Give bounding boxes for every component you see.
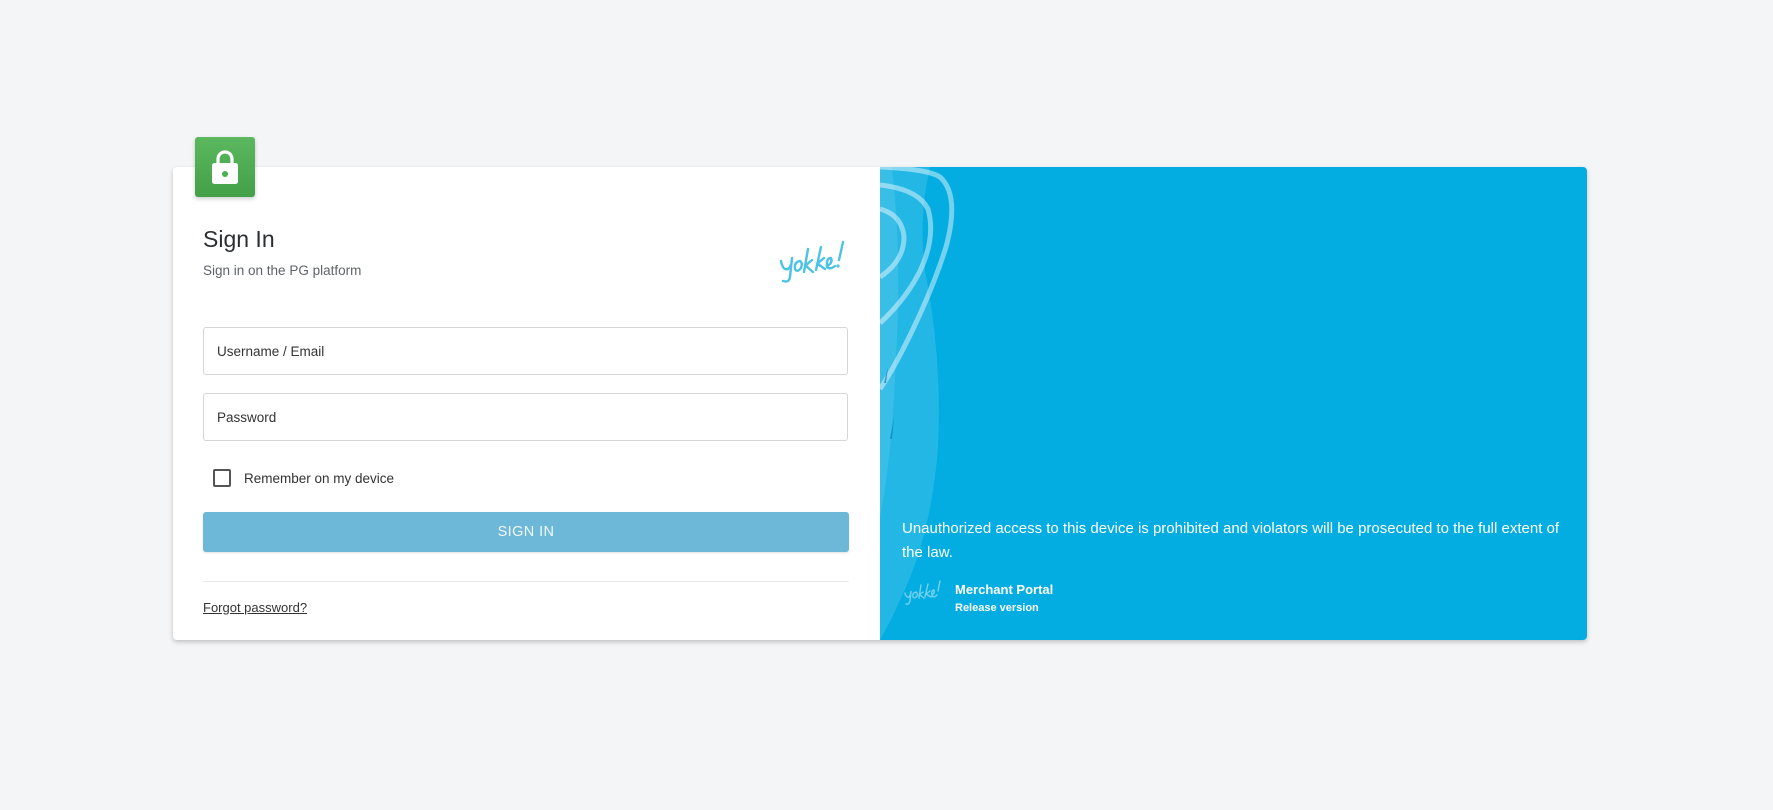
remember-device-option[interactable]: Remember on my device — [213, 469, 394, 487]
sign-in-panel: Sign In Sign in on the PG platform Remem… — [173, 137, 880, 640]
password-input[interactable] — [204, 394, 847, 440]
decorative-waves — [880, 167, 955, 640]
remember-label: Remember on my device — [244, 470, 395, 486]
forgot-password-link[interactable]: Forgot password? — [203, 600, 307, 615]
page-subtitle: Sign in on the PG platform — [203, 263, 362, 278]
lock-badge — [195, 137, 255, 197]
info-panel: Unauthorized access to this device is pr… — [880, 167, 1587, 640]
login-card: Sign In Sign in on the PG platform Remem… — [173, 137, 1587, 640]
divider — [203, 581, 849, 582]
security-notice: Unauthorized access to this device is pr… — [902, 520, 1560, 561]
yokke-logo-small — [904, 580, 941, 605]
yokke-logo — [779, 240, 845, 283]
sign-in-button[interactable]: SIGN IN — [203, 512, 849, 552]
remember-checkbox[interactable] — [213, 469, 231, 487]
password-field[interactable] — [203, 393, 848, 441]
lock-icon — [212, 150, 238, 184]
release-version: Release version — [955, 602, 1039, 614]
portal-name: Merchant Portal — [955, 582, 1054, 597]
page-title: Sign In — [203, 226, 275, 252]
username-input[interactable] — [204, 328, 847, 374]
username-field[interactable] — [203, 327, 848, 375]
